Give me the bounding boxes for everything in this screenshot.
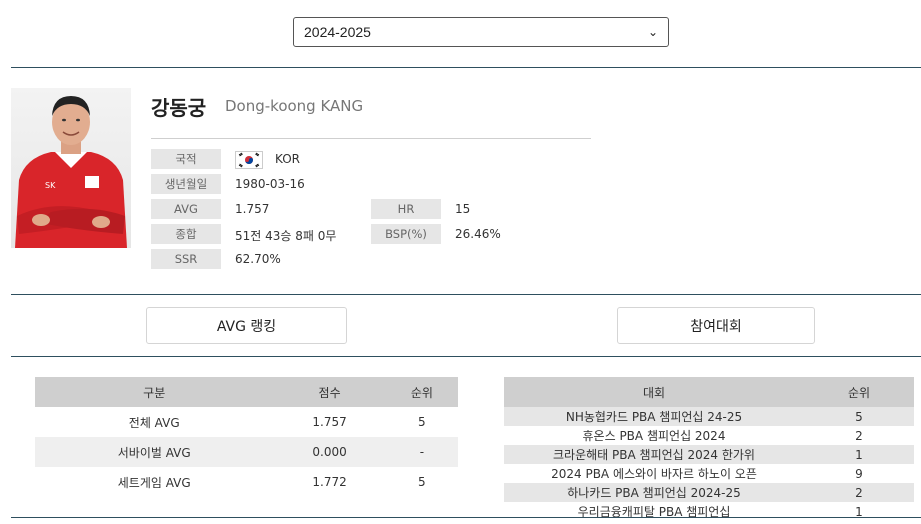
birth-label: 생년월일 [151,174,221,194]
table-row[interactable]: NH농협카드 PBA 챔피언십 24-25 5 [504,407,914,426]
tab-avg-ranking[interactable]: AVG 랭킹 [146,307,347,344]
tournament-name: 하나카드 PBA 챔피언십 2024-25 [504,483,804,502]
ssr-label: SSR [151,249,221,269]
korea-flag-icon [235,151,263,169]
tournament-rank: 1 [804,445,914,464]
table-cell: 5 [418,475,426,489]
nationality-value: KOR [275,152,300,166]
table-row: 전체 AVG 1.757 5 [35,407,458,437]
table-cell: 1.757 [312,415,347,429]
hr-value: 15 [455,202,471,216]
divider [11,67,921,68]
tournament-name: NH농협카드 PBA 챔피언십 24-25 [504,407,804,426]
avg-ranking-table: 구분 점수 순위 전체 AVG 1.757 5 서바이벌 AVG 0.000 -… [35,377,458,497]
table-row[interactable]: 크라운해태 PBA 챔피언십 2024 한가위 1 [504,445,914,464]
tournament-name: 2024 PBA 에스와이 바자르 하노이 오픈 [551,467,757,481]
tournament-rank: 9 [855,466,863,481]
table-cell: 5 [418,415,426,429]
season-select-value: 2024-2025 [304,24,371,40]
column-header-category: 구분 [35,377,274,407]
avg-value: 1.757 [235,202,270,216]
divider [11,356,921,357]
tournament-rank: 5 [804,407,914,426]
divider [11,517,921,518]
table-row[interactable]: 2024 PBA 에스와이 바자르 하노이 오픈 9 [504,464,914,483]
tournament-rank: 2 [804,483,914,502]
bsp-value: 26.46% [455,227,501,241]
column-header-rank: 순위 [385,377,458,407]
table-row[interactable]: 우리금융캐피탈 PBA 챔피언십 1 [504,502,914,521]
table-header-row: 구분 점수 순위 [35,377,458,407]
chevron-down-icon: ⌄ [647,25,658,39]
table-cell: 0.000 [273,437,386,467]
total-record-value: 51전 43승 8패 0무 [235,229,337,243]
tab-tournaments[interactable]: 참여대회 [617,307,815,344]
divider [11,294,921,295]
tournament-name: 우리금융캐피탈 PBA 챔피언십 [577,505,731,519]
table-cell: 서바이벌 AVG [35,437,274,467]
name-divider [151,138,591,139]
table-row: 서바이벌 AVG 0.000 - [35,437,458,467]
tournament-name: 크라운해태 PBA 챔피언십 2024 한가위 [504,445,804,464]
birth-value: 1980-03-16 [235,177,305,191]
bsp-label: BSP(%) [371,224,441,244]
player-name-english: Dong-koong KANG [225,97,364,115]
table-cell: - [385,437,458,467]
table-cell: 전체 AVG [128,415,180,430]
avg-label: AVG [151,199,221,219]
tournament-rank: 2 [855,428,863,443]
player-photo: SK [11,88,131,248]
season-select[interactable]: 2024-2025 ⌄ [293,17,669,47]
table-cell: 1.772 [312,475,347,489]
table-row[interactable]: 휴온스 PBA 챔피언십 2024 2 [504,426,914,445]
column-header-rank: 순위 [804,377,914,407]
column-header-score: 점수 [273,377,386,407]
total-record-label: 종합 [151,224,221,244]
table-cell: 세트게임 AVG [117,475,191,490]
ssr-value: 62.70% [235,252,281,266]
column-header-tournament: 대회 [504,377,804,407]
player-name-korean: 강동궁 [151,96,207,120]
tournament-table: 대회 순위 NH농협카드 PBA 챔피언십 24-25 5 휴온스 PBA 챔피… [504,377,914,521]
nationality-label: 국적 [151,149,221,169]
table-header-row: 대회 순위 [504,377,914,407]
svg-text:SK: SK [45,181,56,190]
table-row[interactable]: 하나카드 PBA 챔피언십 2024-25 2 [504,483,914,502]
tournament-name: 휴온스 PBA 챔피언십 2024 [582,429,726,443]
tournament-rank: 1 [855,504,863,519]
table-row: 세트게임 AVG 1.772 5 [35,467,458,497]
hr-label: HR [371,199,441,219]
